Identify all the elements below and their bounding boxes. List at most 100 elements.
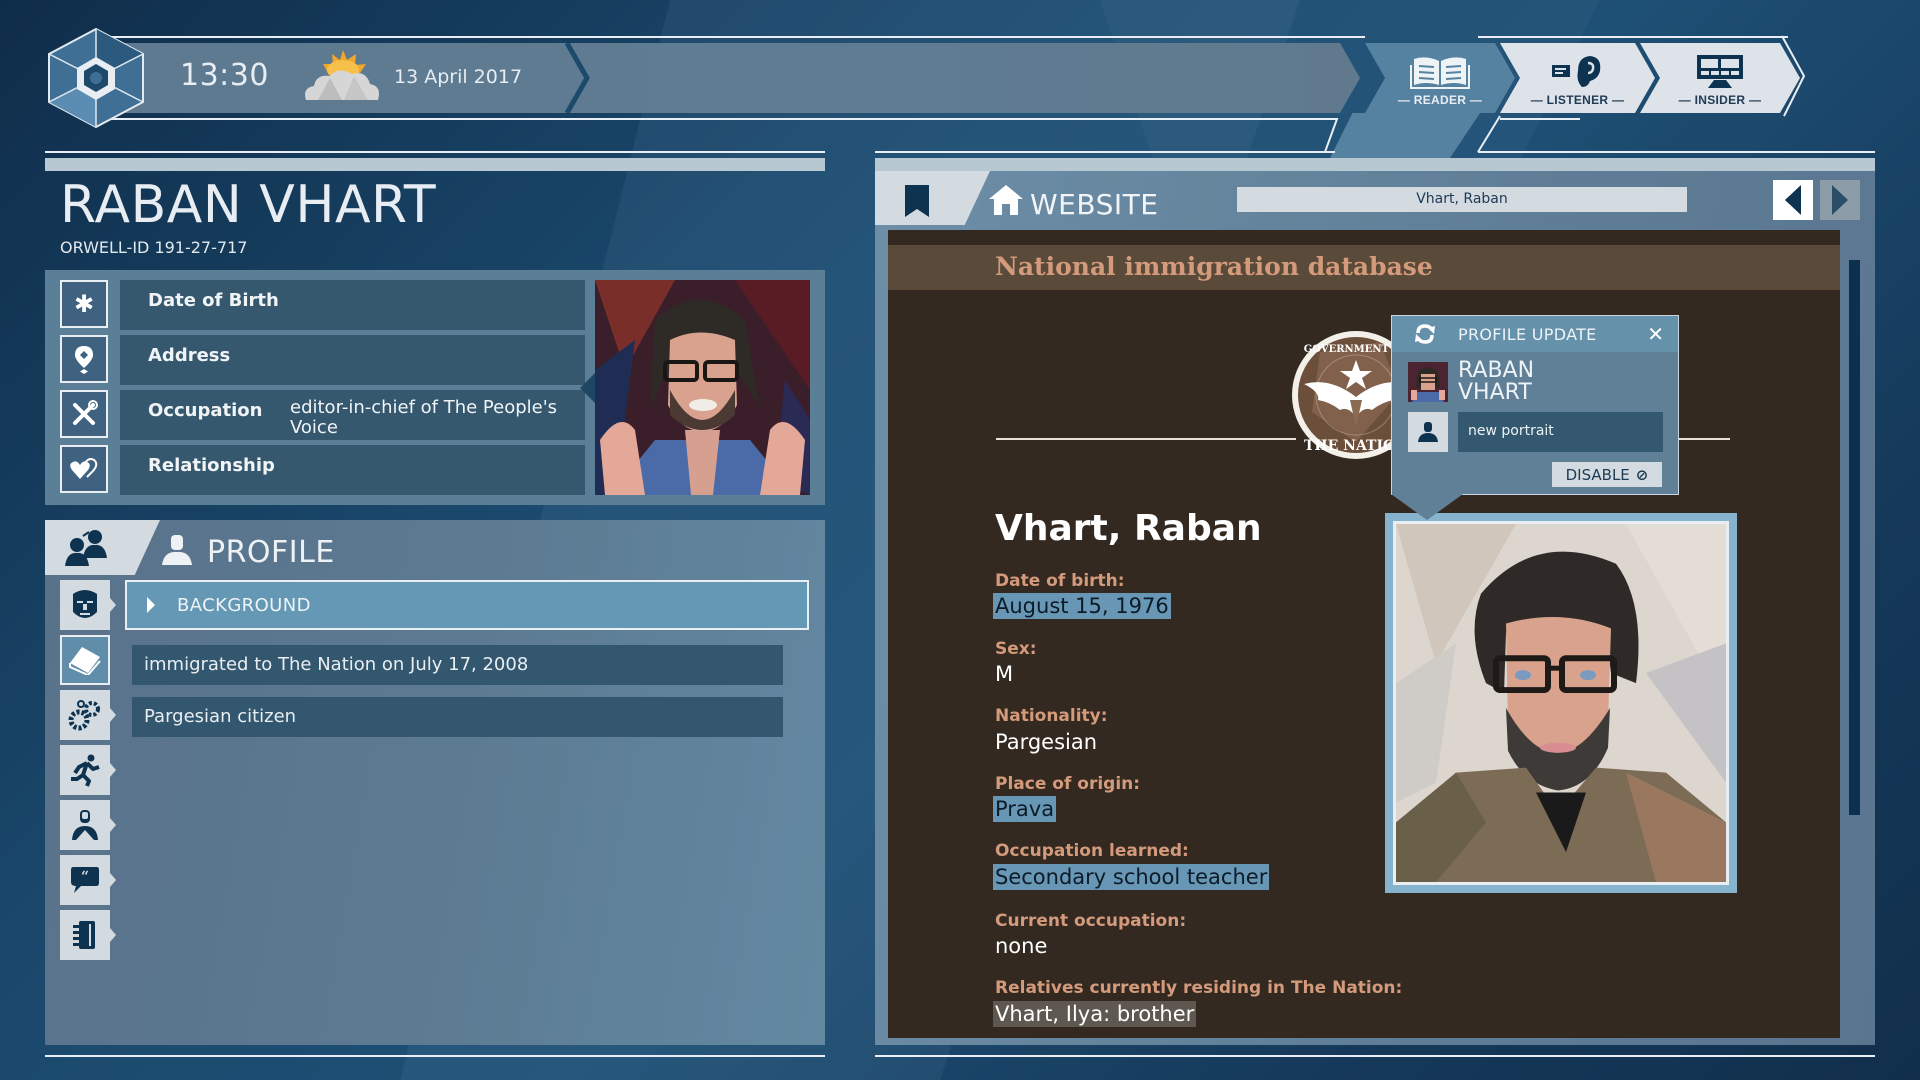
tools-icon xyxy=(60,390,108,438)
back-button[interactable] xyxy=(1773,180,1813,220)
background-item-text: immigrated to The Nation on July 17, 200… xyxy=(144,654,529,675)
record-label-occupation-learned: Occupation learned: xyxy=(995,841,1189,861)
forward-button[interactable] xyxy=(1820,180,1860,220)
notebook-icon xyxy=(73,921,95,949)
running-person-icon xyxy=(71,754,100,787)
sidebar-tab-quotes[interactable]: “ xyxy=(60,855,110,905)
mode-tab-listener[interactable]: — LISTENER — xyxy=(1500,43,1655,113)
arrow-left-icon xyxy=(1785,185,1801,215)
record-value-origin[interactable]: Prava xyxy=(993,796,1057,822)
popup-name-last: VHART xyxy=(1458,380,1532,405)
popup-update-item: new portrait xyxy=(1458,412,1663,452)
background-item-text: Pargesian citizen xyxy=(144,706,297,727)
refresh-icon xyxy=(1415,324,1435,344)
site-title: National immigration database xyxy=(995,252,1433,281)
orwell-logo-icon xyxy=(48,27,144,129)
clock-time: 13:30 xyxy=(180,58,269,93)
record-value-relatives[interactable]: Vhart, Ilya: brother xyxy=(993,1001,1197,1027)
info-value: editor-in-chief of The People's Voice xyxy=(290,397,558,438)
record-label-sex: Sex: xyxy=(995,639,1037,659)
info-label: Relationship xyxy=(148,455,275,476)
orwell-id: ORWELL-ID 191-27-717 xyxy=(60,238,248,257)
record-value-sex: M xyxy=(995,662,1014,686)
book-icon xyxy=(69,647,101,675)
sidebar-tab-skills[interactable] xyxy=(60,690,110,740)
topbar-line-bottom xyxy=(110,118,570,120)
record-label-relatives: Relatives currently residing in The Nati… xyxy=(995,978,1403,998)
quote-bubble-icon: “ xyxy=(71,867,99,893)
info-label: Address xyxy=(148,345,231,366)
mode-tab-insider-label: — INSIDER — xyxy=(1678,93,1762,107)
profile-title: PROFILE xyxy=(207,535,335,570)
sidebar-tab-notes[interactable] xyxy=(60,910,110,960)
website-tab-label[interactable]: WEBSITE xyxy=(1030,188,1158,221)
record-value-current-occupation: none xyxy=(995,934,1048,958)
address-bar[interactable]: Vhart, Raban xyxy=(1237,187,1687,212)
popup-name-first: RABAN xyxy=(1458,358,1535,383)
info-row-date-of-birth[interactable]: Date of Birth xyxy=(120,280,585,330)
right-panel-top-line xyxy=(1478,151,1875,153)
face-icon xyxy=(73,590,97,618)
background-section-header[interactable]: BACKGROUND xyxy=(125,580,809,630)
home-icon xyxy=(989,185,1023,215)
sun-behind-cloud-icon xyxy=(305,50,379,100)
info-label: Date of Birth xyxy=(148,290,279,311)
record-name: Vhart, Raban xyxy=(995,508,1262,549)
record-label-nationality: Nationality: xyxy=(995,706,1108,726)
mode-tab-reader-label: — READER — xyxy=(1397,93,1483,107)
sidebar-tab-background[interactable] xyxy=(60,580,110,630)
topbar-line-top xyxy=(110,36,1365,38)
disable-label: DISABLE xyxy=(1565,465,1630,484)
record-label-origin: Place of origin: xyxy=(995,774,1141,794)
popup-avatar xyxy=(1408,362,1448,402)
popup-title: PROFILE UPDATE xyxy=(1458,325,1597,344)
monitor-icon xyxy=(1697,55,1743,88)
record-value-occupation-learned[interactable]: Secondary school teacher xyxy=(993,864,1270,890)
mode-tab-listener-label: — LISTENER — xyxy=(1530,93,1625,107)
close-icon[interactable]: ✕ xyxy=(1647,322,1664,346)
topbar-line-top-right xyxy=(1478,36,1788,38)
info-row-address[interactable]: Address xyxy=(120,335,585,385)
disable-icon: ⊘ xyxy=(1635,465,1649,484)
sidebar-tab-records[interactable] xyxy=(60,635,110,685)
people-icon xyxy=(65,530,107,566)
record-value-dob[interactable]: August 15, 1976 xyxy=(993,593,1171,619)
portrait-update-icon xyxy=(1408,412,1448,452)
right-panel-bottom-line xyxy=(875,1055,1875,1057)
expand-arrow-icon xyxy=(147,597,155,613)
site-banner: National immigration database xyxy=(888,245,1840,290)
person-name: RABAN VHART xyxy=(60,175,437,235)
mode-tab-insider[interactable]: — INSIDER — xyxy=(1640,43,1800,113)
record-portrait[interactable] xyxy=(1385,513,1737,893)
hearts-icon xyxy=(60,445,108,493)
sidebar-tab-activities[interactable] xyxy=(60,745,110,795)
record-value-nationality: Pargesian xyxy=(995,730,1098,754)
topbar-line-bottom-right xyxy=(1500,118,1580,120)
profile-update-popup: PROFILE UPDATE ✕ RABAN VHART new portrai… xyxy=(1391,315,1679,495)
background-item[interactable]: Pargesian citizen xyxy=(132,697,783,737)
gears-icon xyxy=(68,700,100,731)
popup-update-text: new portrait xyxy=(1468,423,1554,439)
info-label: Occupation xyxy=(148,400,263,421)
person-portrait[interactable] xyxy=(595,280,810,495)
current-date: 13 April 2017 xyxy=(394,66,523,88)
person-silhouette-icon xyxy=(1418,422,1438,442)
location-pin-icon xyxy=(60,335,108,383)
popup-name: RABAN VHART xyxy=(1458,360,1534,404)
open-book-icon xyxy=(1410,57,1470,89)
background-item[interactable]: immigrated to The Nation on July 17, 200… xyxy=(132,645,783,685)
record-label-dob: Date of birth: xyxy=(995,571,1125,591)
ear-icon xyxy=(1551,56,1600,87)
mode-tabs-outline xyxy=(1781,35,1806,117)
bookmark-icon xyxy=(905,185,929,217)
arrow-right-icon xyxy=(1832,185,1848,215)
right-panel-top-line-left xyxy=(875,151,1335,153)
right-panel-header-strip xyxy=(875,158,1875,171)
info-row-occupation[interactable]: Occupation editor-in-chief of The People… xyxy=(120,390,585,440)
mode-tab-reader[interactable]: — READER — xyxy=(1365,43,1515,113)
disable-button[interactable]: DISABLE ⊘ xyxy=(1552,462,1662,487)
scrollbar[interactable] xyxy=(1849,260,1860,815)
left-panel-top-line xyxy=(45,151,825,153)
info-row-relationship[interactable]: Relationship xyxy=(120,445,585,495)
sidebar-tab-personality[interactable] xyxy=(60,800,110,850)
